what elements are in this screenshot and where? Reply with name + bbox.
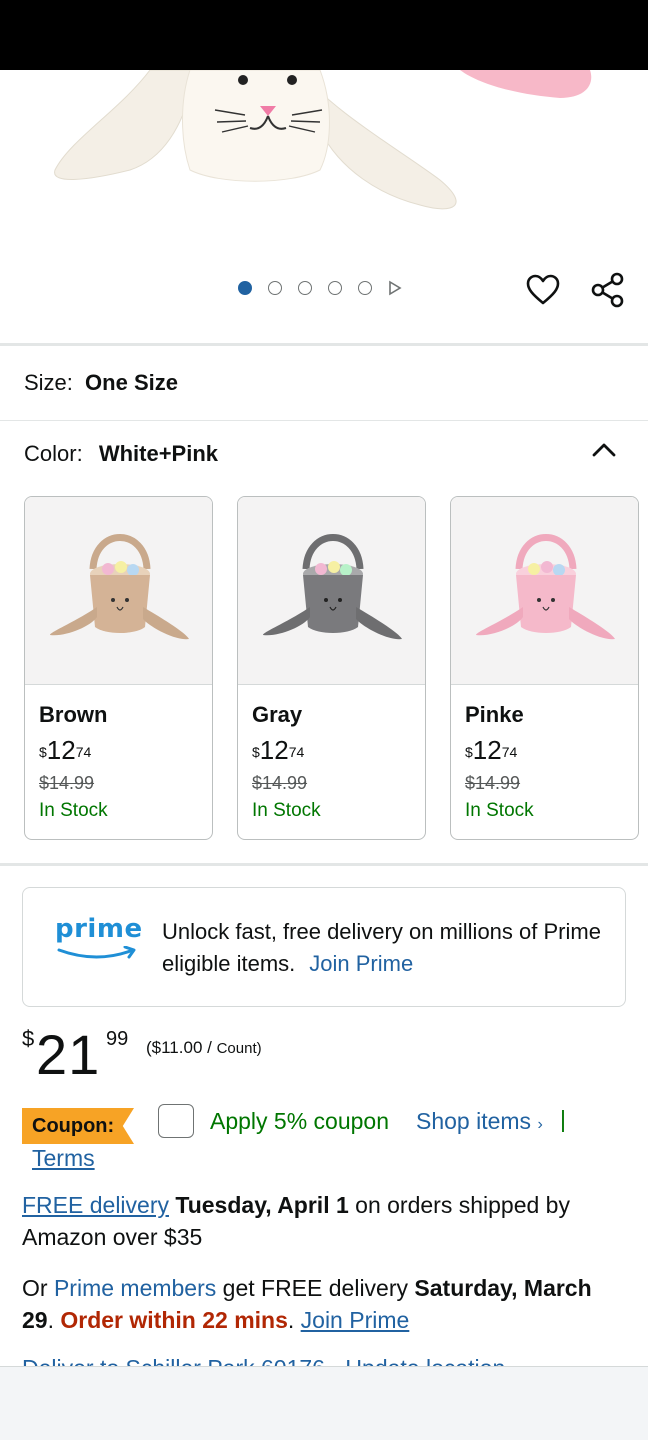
- carousel-dot[interactable]: [358, 281, 372, 295]
- divider: [0, 863, 648, 866]
- video-play-icon[interactable]: [388, 280, 402, 296]
- carousel-dot[interactable]: [298, 281, 312, 295]
- chevron-right-icon: ›: [537, 1116, 543, 1133]
- variant-image: [25, 497, 212, 685]
- product-image[interactable]: [0, 70, 648, 270]
- prime-logo: prime: [55, 914, 143, 944]
- shop-items-link[interactable]: Shop items ›: [416, 1108, 543, 1135]
- coupon-checkbox[interactable]: [158, 1104, 194, 1138]
- prime-smile-icon: [57, 946, 136, 959]
- heart-icon: [526, 274, 560, 305]
- variant-price: $1274: [39, 735, 91, 765]
- prime-promo: prime Unlock fast, free delivery on mill…: [22, 887, 626, 1007]
- carousel-dot[interactable]: [328, 281, 342, 295]
- prime-members-link[interactable]: Prime members: [54, 1275, 216, 1301]
- variant-stock: In Stock: [39, 800, 108, 821]
- color-variants: Brown $1274 $14.99 In Stock Gray $1274 $…: [24, 496, 648, 842]
- delivery-info: FREE delivery Tuesday, April 1 on orders…: [22, 1189, 622, 1253]
- separator: |: [560, 1106, 566, 1132]
- free-delivery-link[interactable]: FREE delivery: [22, 1192, 169, 1218]
- variant-card-gray[interactable]: Gray $1274 $14.99 In Stock: [237, 496, 426, 840]
- per-unit-value: ($11.00 /: [146, 1038, 217, 1057]
- chevron-up-icon: [592, 443, 616, 457]
- variant-list-price: $14.99: [252, 773, 308, 793]
- variant-price: $1274: [465, 735, 517, 765]
- variant-card-brown[interactable]: Brown $1274 $14.99 In Stock: [24, 496, 213, 840]
- divider: [0, 343, 648, 346]
- variant-name: Pinke: [465, 702, 524, 727]
- price-fraction: 74: [75, 744, 92, 760]
- size-selector: Size: One Size: [24, 370, 178, 396]
- size-label: Size:: [24, 370, 73, 395]
- color-label: Color:: [24, 441, 83, 466]
- price-whole: 12: [46, 735, 76, 765]
- coupon-badge: Coupon:: [22, 1108, 134, 1144]
- delivery-prefix: Or: [22, 1275, 54, 1301]
- variant-stock: In Stock: [252, 800, 321, 821]
- apply-coupon-label[interactable]: Apply 5% coupon: [210, 1108, 389, 1135]
- variant-name: Gray: [252, 702, 303, 727]
- carousel-dots: [238, 280, 402, 296]
- variant-name: Brown: [39, 702, 108, 727]
- carousel-controls: [0, 262, 648, 318]
- variant-stock: In Stock: [465, 800, 534, 821]
- variant-image: [451, 497, 638, 685]
- carousel-dot[interactable]: [268, 281, 282, 295]
- per-unit-unit: Count): [216, 1040, 262, 1057]
- join-prime-link[interactable]: Join Prime: [301, 1307, 410, 1333]
- prime-delivery-info: Or Prime members get FREE delivery Satur…: [22, 1272, 622, 1336]
- prime-promo-text: Unlock fast, free delivery on millions o…: [162, 916, 612, 980]
- color-value: White+Pink: [98, 441, 218, 466]
- price-symbol: $: [39, 744, 47, 760]
- divider: [0, 420, 648, 421]
- price-symbol: $: [252, 744, 260, 760]
- delivery-sep: .: [47, 1307, 61, 1333]
- join-prime-link[interactable]: Join Prime: [309, 951, 413, 976]
- location-text: Deliver to Schiller Park 60176 - Update …: [22, 1355, 505, 1366]
- color-selector: Color: White+Pink: [24, 441, 218, 467]
- coupon-terms-link[interactable]: Terms: [32, 1145, 95, 1172]
- size-value: One Size: [85, 370, 178, 395]
- variant-list-price: $14.99: [465, 773, 521, 793]
- variant-image: [238, 497, 425, 685]
- deliver-to-location[interactable]: Deliver to Schiller Park 60176 - Update …: [22, 1352, 632, 1366]
- price-whole: 12: [472, 735, 502, 765]
- variant-price: $1274: [252, 735, 304, 765]
- share-button[interactable]: [588, 270, 628, 310]
- price-whole: 21: [36, 1023, 101, 1086]
- order-countdown: Order within 22 mins: [60, 1307, 288, 1333]
- delivery-mid: get FREE delivery: [216, 1275, 415, 1301]
- price-symbol: $: [22, 1026, 35, 1051]
- delivery-sep: .: [287, 1307, 301, 1333]
- price-fraction: 99: [106, 1028, 129, 1050]
- variant-card-pinke[interactable]: Pinke $1274 $14.99 In Stock: [450, 496, 639, 840]
- price-fraction: 74: [501, 744, 518, 760]
- collapse-color-button[interactable]: [590, 440, 618, 462]
- wishlist-button[interactable]: [523, 270, 563, 310]
- price-whole: 12: [259, 735, 289, 765]
- price-fraction: 74: [288, 744, 305, 760]
- price-per-unit: ($11.00 / Count): [146, 1038, 262, 1058]
- status-bar: [0, 0, 648, 70]
- delivery-date: Tuesday, April 1: [175, 1192, 349, 1218]
- bottom-bar: [0, 1366, 648, 1440]
- shop-items-label: Shop items: [416, 1108, 532, 1134]
- variant-list-price: $14.99: [39, 773, 95, 793]
- carousel-dot[interactable]: [238, 281, 252, 295]
- price-symbol: $: [465, 744, 473, 760]
- share-icon: [591, 272, 624, 308]
